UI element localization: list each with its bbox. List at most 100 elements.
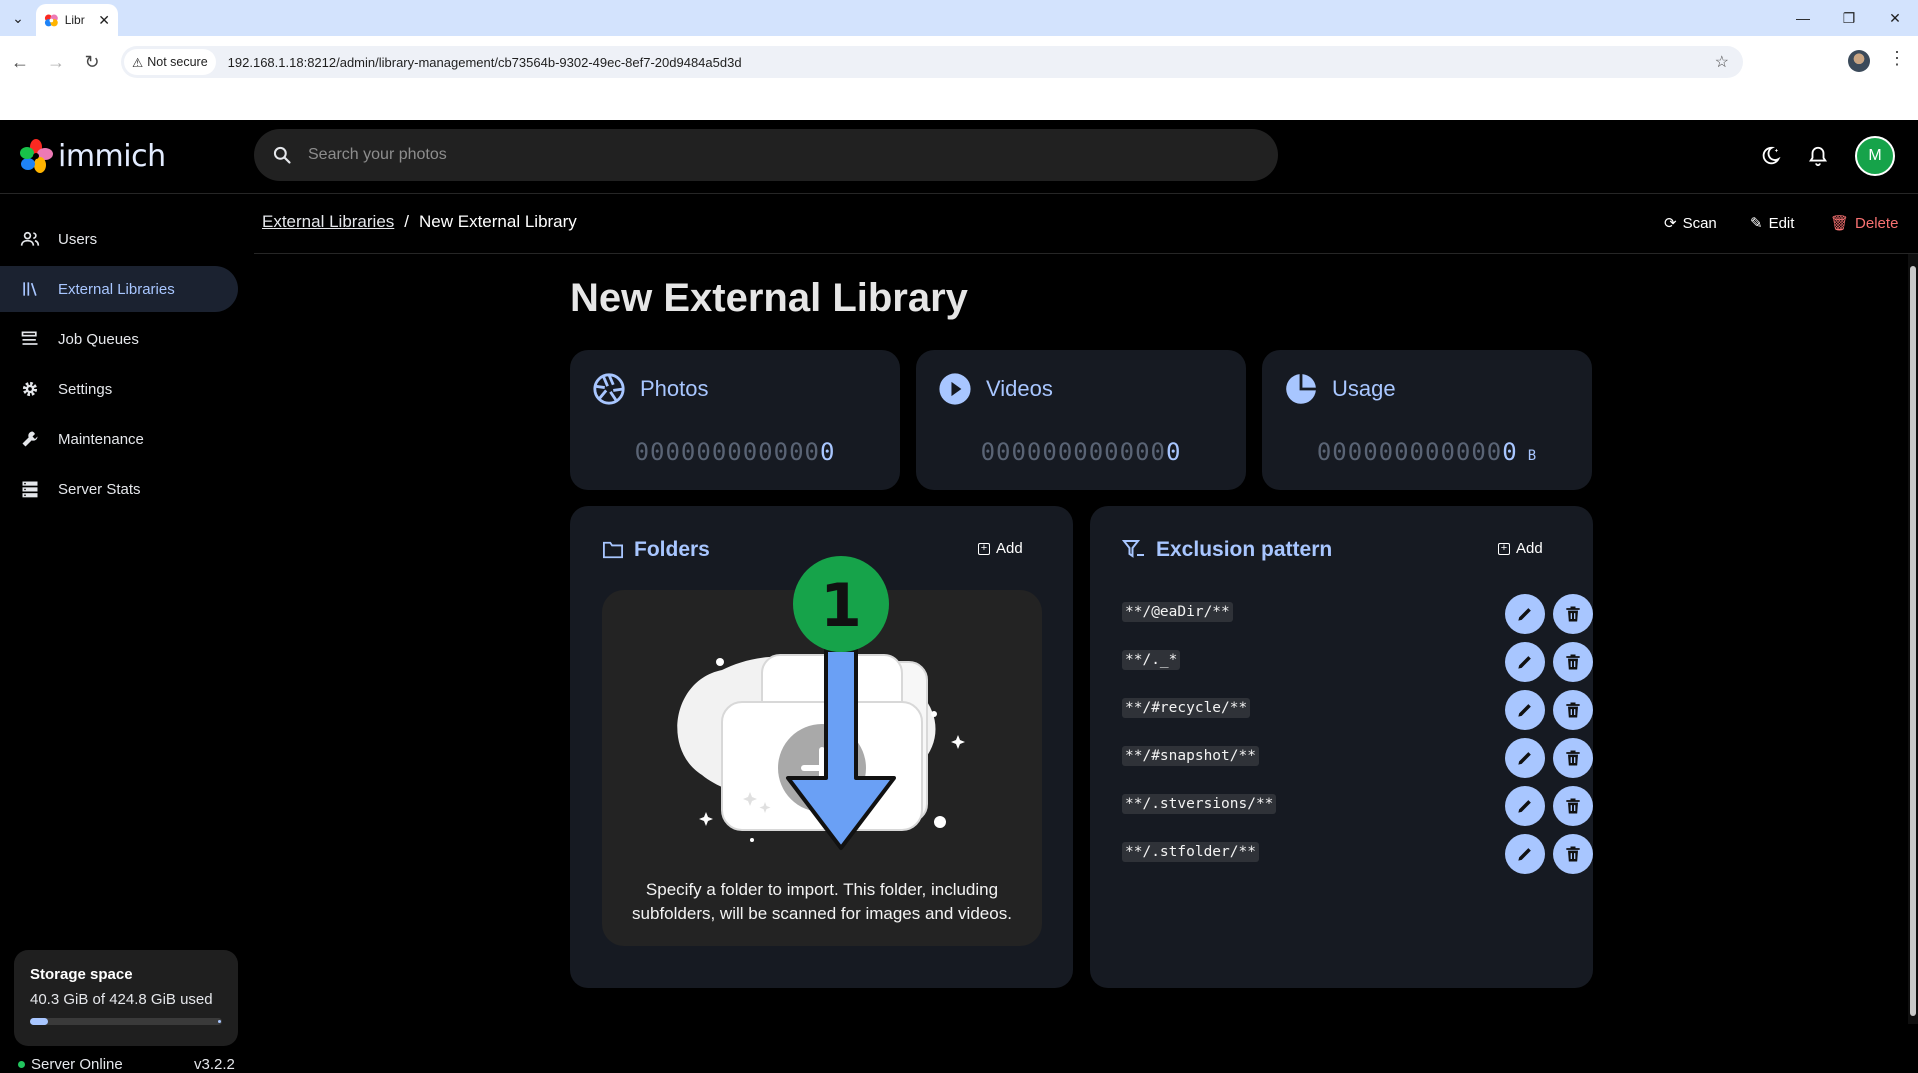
minimize-icon[interactable]: — xyxy=(1780,0,1826,36)
window-close-icon[interactable]: ✕ xyxy=(1872,0,1918,36)
edit-pattern-button[interactable] xyxy=(1505,786,1545,826)
empty-folders-dropzone[interactable]: Specify a folder to import. This folder,… xyxy=(602,590,1042,946)
forward-arrow-icon[interactable]: → xyxy=(42,48,70,76)
trash-icon xyxy=(1566,798,1580,814)
library-icon xyxy=(20,279,40,299)
empty-folders-description: Specify a folder to import. This folder,… xyxy=(632,880,1012,923)
trash-icon xyxy=(1566,846,1580,862)
page-scrollbar[interactable] xyxy=(1908,254,1918,1024)
theme-toggle-moon-icon[interactable] xyxy=(1754,140,1786,172)
sidebar-item-settings[interactable]: Settings xyxy=(0,366,238,412)
bookmark-star-icon[interactable]: ☆ xyxy=(1715,52,1729,72)
breadcrumb-separator: / xyxy=(404,212,410,231)
edit-pattern-button[interactable] xyxy=(1505,738,1545,778)
sidebar-item-label: Settings xyxy=(58,380,113,398)
page-title: New External Library xyxy=(570,276,968,320)
add-exclusion-pattern-button[interactable]: + Add xyxy=(1498,540,1543,557)
exclusion-pattern-row: **/#recycle/** xyxy=(1122,686,1593,734)
empty-folder-illustration xyxy=(677,654,965,842)
edit-pattern-button[interactable] xyxy=(1505,594,1545,634)
browser-tab[interactable]: Libr ✕ xyxy=(36,4,118,36)
address-bar[interactable]: ⚠ Not secure 192.168.1.18:8212/admin/lib… xyxy=(121,46,1743,78)
edit-pattern-button[interactable] xyxy=(1505,834,1545,874)
exclusion-pattern-text: **/#recycle/** xyxy=(1122,698,1251,718)
plus-box-icon: + xyxy=(1498,542,1510,555)
exclusion-pattern-text: **/._* xyxy=(1122,650,1181,670)
warning-triangle-icon: ⚠ xyxy=(132,55,144,70)
edit-pattern-button[interactable] xyxy=(1505,642,1545,682)
exclusion-pattern-text: **/.stfolder/** xyxy=(1122,842,1259,862)
immich-app: immich Search your photos M Users Extern… xyxy=(0,120,1918,1073)
server-version: v3.2.2 xyxy=(194,1056,235,1073)
sidebar-item-external-libraries[interactable]: External Libraries xyxy=(0,266,238,312)
admin-sidebar: Users External Libraries Job Queues Sett… xyxy=(0,194,250,1073)
plus-box-icon: + xyxy=(978,542,990,555)
pencil-icon xyxy=(1518,752,1531,765)
folder-icon xyxy=(603,541,623,559)
trash-icon xyxy=(1566,654,1580,670)
back-arrow-icon[interactable]: ← xyxy=(6,48,34,76)
tab-search-chevron-icon[interactable]: ⌄ xyxy=(6,6,30,30)
delete-pattern-button[interactable] xyxy=(1553,834,1593,874)
pencil-icon: ✎ xyxy=(1750,215,1763,232)
delete-pattern-button[interactable] xyxy=(1553,786,1593,826)
search-icon xyxy=(273,146,291,164)
exclusion-pattern-row: **/._* xyxy=(1122,638,1593,686)
browser-toolbar: ← → ↻ ⚠ Not secure 192.168.1.18:8212/adm… xyxy=(0,36,1918,120)
play-circle-icon xyxy=(939,373,971,405)
users-icon xyxy=(20,229,40,249)
reload-icon[interactable]: ↻ xyxy=(78,48,106,76)
edit-button[interactable]: ✎ Edit xyxy=(1750,214,1794,233)
sidebar-item-maintenance[interactable]: Maintenance xyxy=(0,416,238,462)
delete-pattern-button[interactable] xyxy=(1553,642,1593,682)
pencil-icon xyxy=(1518,848,1531,861)
videos-stat-card: Videos 0000000000000 xyxy=(916,350,1246,490)
sidebar-item-job-queues[interactable]: Job Queues xyxy=(0,316,238,362)
search-bar[interactable]: Search your photos xyxy=(254,129,1278,181)
browser-menu-icon[interactable]: ⋮ xyxy=(1888,48,1906,69)
delete-button[interactable]: 🗑 Delete xyxy=(1830,214,1898,233)
immich-logo-icon xyxy=(20,139,53,173)
camera-aperture-icon xyxy=(593,373,625,405)
trash-icon: 🗑 xyxy=(1830,215,1850,232)
browser-profile-avatar[interactable] xyxy=(1848,50,1870,72)
edit-pattern-button[interactable] xyxy=(1505,690,1545,730)
trash-icon xyxy=(1566,750,1580,766)
delete-pattern-button[interactable] xyxy=(1553,594,1593,634)
add-folder-button[interactable]: + Add xyxy=(978,540,1023,557)
exclusion-pattern-text: **/.stversions/** xyxy=(1122,794,1277,814)
pencil-icon xyxy=(1518,656,1531,669)
sidebar-item-users[interactable]: Users xyxy=(0,216,238,262)
sidebar-item-label: Users xyxy=(58,230,98,248)
notifications-bell-icon[interactable] xyxy=(1802,140,1834,172)
tab-title: Libr xyxy=(64,13,85,27)
videos-count: 0000000000000 xyxy=(980,438,1182,466)
sync-icon: ⟳ xyxy=(1664,215,1677,232)
content-header: External Libraries / New External Librar… xyxy=(254,194,1918,254)
server-status: Server Online xyxy=(18,1056,123,1073)
scrollbar-thumb[interactable] xyxy=(1910,266,1916,1016)
delete-pattern-button[interactable] xyxy=(1553,738,1593,778)
pencil-icon xyxy=(1518,800,1531,813)
exclusion-pattern-row: **/.stversions/** xyxy=(1122,782,1593,830)
pencil-icon xyxy=(1518,704,1531,717)
restore-icon[interactable]: ❐ xyxy=(1826,0,1872,36)
not-secure-chip[interactable]: ⚠ Not secure xyxy=(124,49,216,75)
search-input[interactable]: Search your photos xyxy=(308,146,447,164)
url-text: 192.168.1.18:8212/admin/library-manageme… xyxy=(227,54,742,70)
exclusion-pattern-title: Exclusion pattern xyxy=(1122,538,1332,562)
exclusion-pattern-text: **/@eaDir/** xyxy=(1122,602,1233,622)
scan-button[interactable]: ⟳ Scan xyxy=(1664,214,1717,233)
exclusion-pattern-row: **/@eaDir/** xyxy=(1122,590,1593,638)
tab-close-icon[interactable]: ✕ xyxy=(98,12,110,29)
queue-icon xyxy=(20,329,40,349)
photos-stat-card: Photos 0000000000000 xyxy=(570,350,900,490)
delete-pattern-button[interactable] xyxy=(1553,690,1593,730)
breadcrumb-external-libraries-link[interactable]: External Libraries xyxy=(262,212,394,232)
sidebar-item-server-stats[interactable]: Server Stats xyxy=(0,466,238,512)
exclusion-pattern-row: **/.stfolder/** xyxy=(1122,830,1593,878)
immich-logo[interactable]: immich xyxy=(18,138,166,174)
trash-icon xyxy=(1566,702,1580,718)
trash-icon xyxy=(1566,606,1580,622)
user-avatar[interactable]: M xyxy=(1855,136,1895,176)
